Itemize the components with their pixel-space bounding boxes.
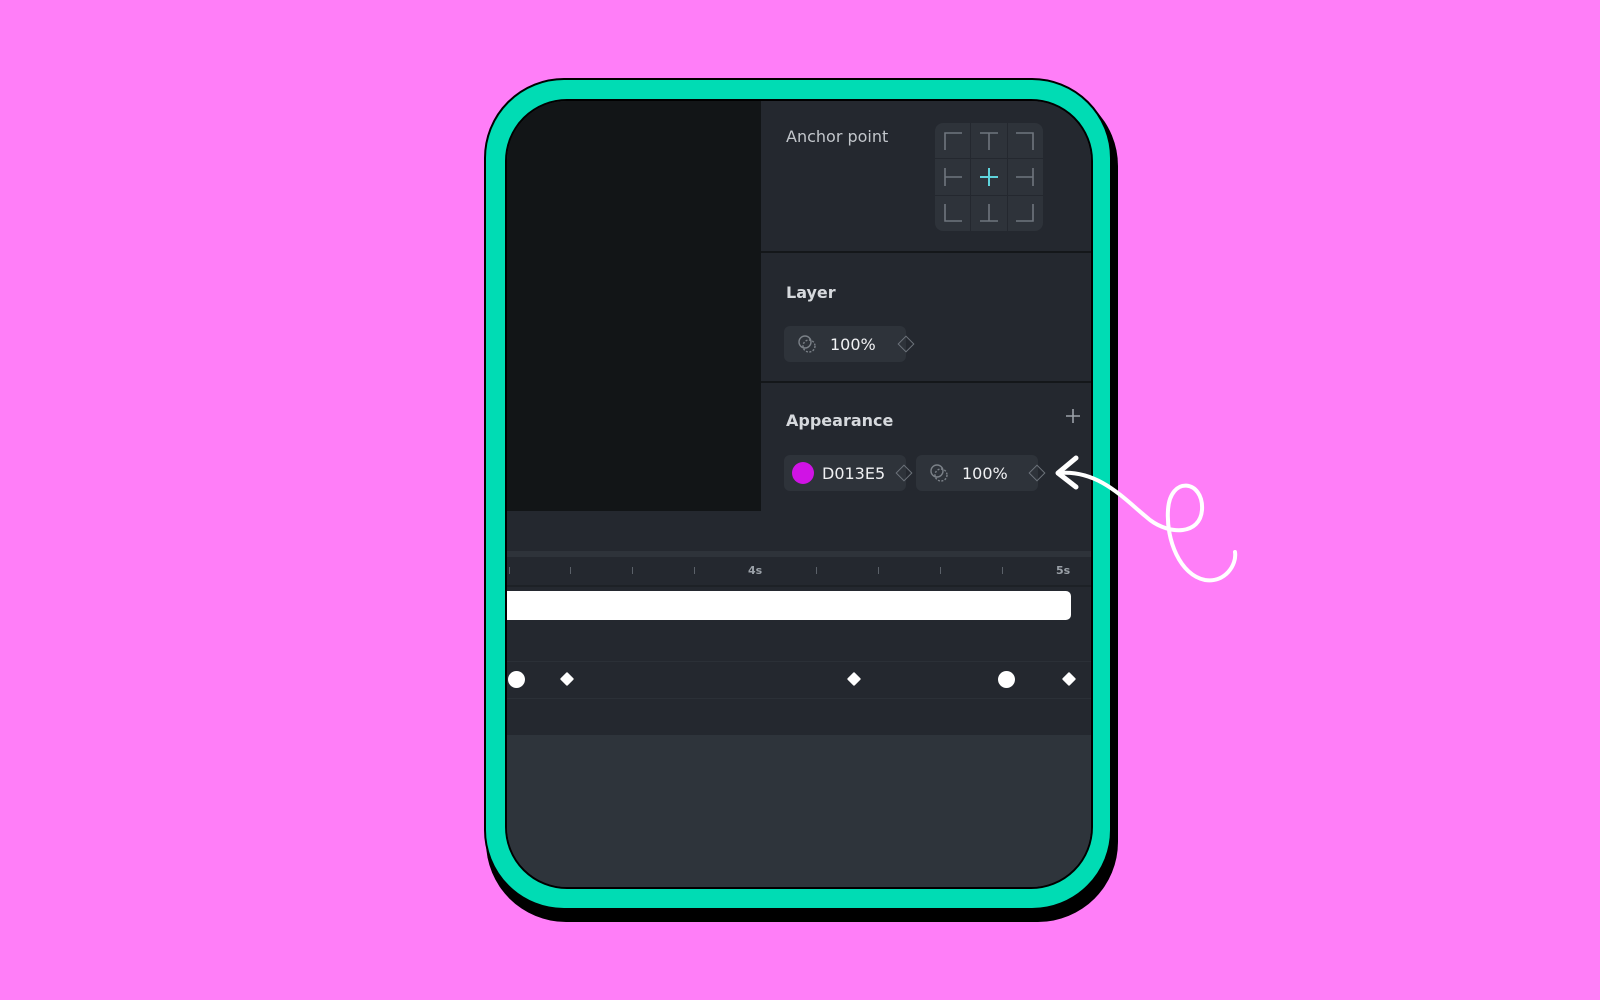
anchor-bottom-left[interactable] [935,195,971,231]
ruler-tick [1002,567,1003,574]
anchor-point-section: Anchor point [761,101,1091,253]
keyframe-diamond[interactable] [846,671,862,687]
corner-top-right-icon [1016,131,1035,150]
anchor-point-grid [935,123,1043,231]
ruler-tick [509,567,510,574]
opacity-icon [930,464,948,482]
anchor-top-right[interactable] [1007,123,1043,159]
anchor-bottom-center[interactable] [971,195,1007,231]
ruler-tick [878,567,879,574]
corner-bottom-left-icon [943,204,962,223]
ruler-tick [940,567,941,574]
track-row [507,625,1091,662]
fill-color-hex: D013E5 [822,463,886,483]
anchor-center[interactable] [971,159,1007,195]
timeline-header [507,511,1091,551]
anchor-middle-right[interactable] [1007,159,1043,195]
anchor-bottom-right[interactable] [1007,195,1043,231]
canvas-area[interactable] [507,101,761,511]
fill-opacity-value: 100% [962,463,1008,483]
opacity-icon [798,335,816,353]
edge-bottom-icon [979,204,998,223]
ruler-label-4s: 4s [748,564,763,577]
edge-left-icon [943,167,962,186]
keyframe-diamond[interactable] [559,671,575,687]
layer-opacity-field[interactable]: 100% [784,326,906,362]
anchor-point-title: Anchor point [786,127,889,146]
keyframe-circle[interactable] [998,671,1015,688]
anchor-top-center[interactable] [971,123,1007,159]
fill-color-field[interactable]: D013E5 [784,455,906,491]
appearance-title: Appearance [786,411,894,430]
layer-track-row [507,587,1091,625]
timeline-empty-area [507,735,1091,887]
anchor-top-left[interactable] [935,123,971,159]
keyframe-track-row [507,662,1091,699]
layer-opacity-value: 100% [830,334,876,354]
track-row [507,699,1091,735]
fill-color-swatch[interactable] [792,462,814,484]
fill-opacity-field[interactable]: 100% [916,455,1038,491]
corner-bottom-right-icon [1016,204,1035,223]
layer-duration-bar[interactable] [507,591,1071,620]
edge-right-icon [1016,167,1035,186]
keyframe-circle[interactable] [508,671,525,688]
timeline-ruler[interactable]: 4s 5s [507,557,1091,587]
add-appearance-plus-icon[interactable] [1064,407,1082,425]
anchor-middle-left[interactable] [935,159,971,195]
corner-top-left-icon [943,131,962,150]
ruler-tick [632,567,633,574]
center-plus-icon [979,167,998,186]
keyframe-diamond[interactable] [1061,671,1077,687]
ruler-tick [694,567,695,574]
ruler-tick [816,567,817,574]
app-window: Anchor point Layer 100% Appearance D013E… [505,99,1093,889]
ruler-tick [570,567,571,574]
layer-title: Layer [786,283,836,302]
annotation-arrow-icon [1055,455,1238,583]
layer-section: Layer 100% [761,253,1091,383]
edge-top-icon [979,131,998,150]
